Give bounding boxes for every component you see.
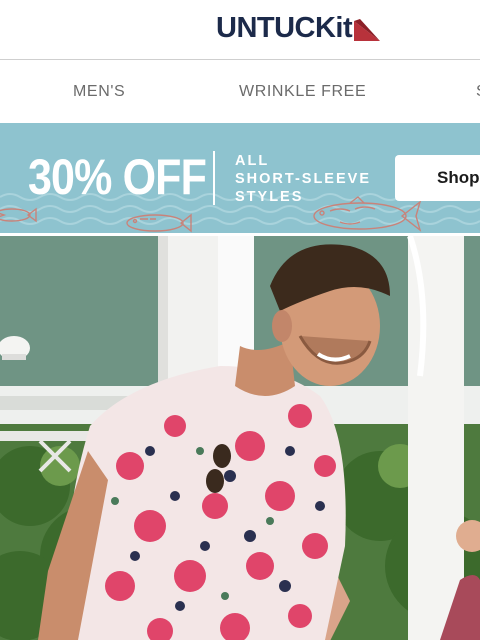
promo-subline: ALL SHORT-SLEEVE STYLES: [235, 152, 385, 206]
promo-subline-line-1: ALL: [235, 153, 270, 169]
promo-headline: 30% OFF: [28, 149, 207, 205]
nav-item-wrinkle-free[interactable]: WRINKLE FREE: [239, 83, 366, 103]
category-nav: MEN'S WRINKLE FREE S: [0, 61, 480, 123]
brand-logo[interactable]: UNTUCKit: [216, 11, 381, 44]
shop-button[interactable]: Shop: [395, 155, 480, 201]
fish-icon-2: [126, 213, 192, 233]
promo-divider: [213, 151, 215, 205]
hero-photo-man-floral-shirt: [0, 236, 480, 640]
hero-image[interactable]: [0, 236, 480, 640]
nav-item-mens[interactable]: MEN'S: [73, 83, 125, 103]
promo-subline-line-2: SHORT-SLEEVE: [235, 171, 371, 187]
brand-shirt-tail-icon: [354, 19, 381, 41]
nav-item-next[interactable]: S: [476, 83, 480, 103]
promo-subline-line-3: STYLES: [235, 189, 304, 205]
brand-wordmark: UNTUCKit: [216, 11, 353, 44]
promo-banner[interactable]: 30% OFF ALL SHORT-SLEEVE STYLES Shop: [0, 123, 480, 233]
site-header: UNTUCKit: [0, 0, 480, 60]
